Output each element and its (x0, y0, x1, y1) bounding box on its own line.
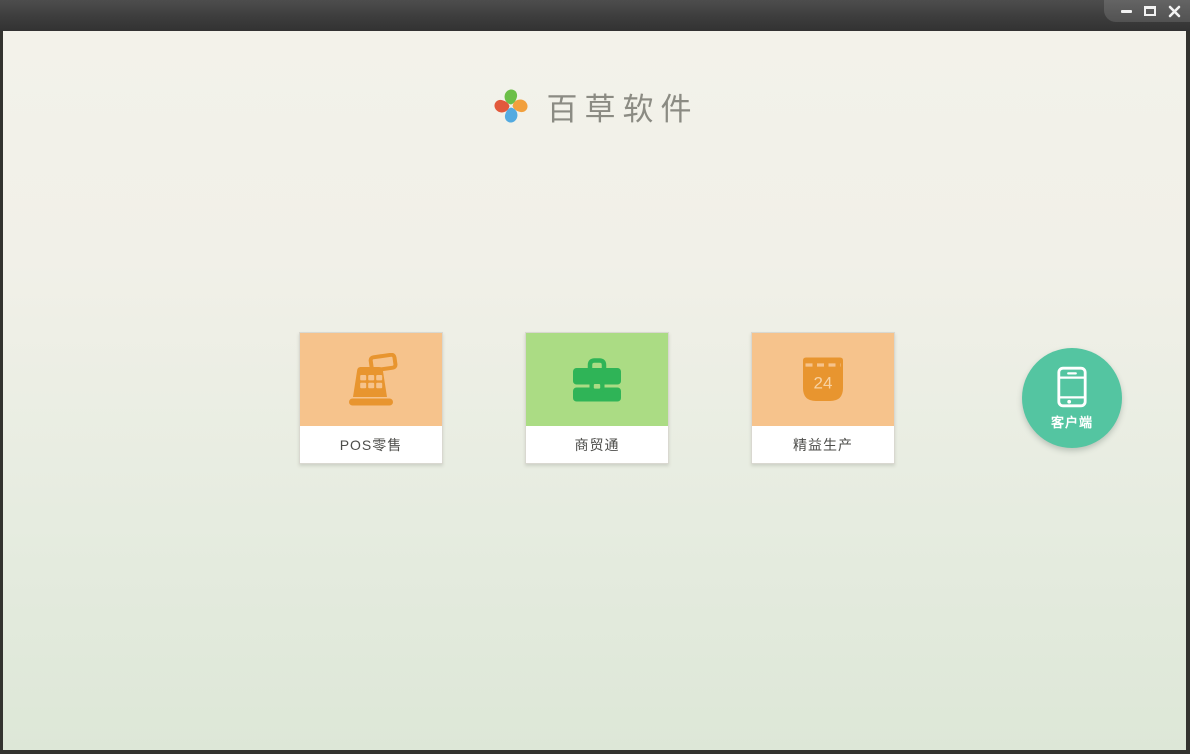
calendar-day-number: 24 (814, 374, 833, 393)
window-controls (1104, 0, 1190, 22)
product-tile-lean: 24 (752, 333, 894, 426)
client-button-label: 客户端 (1050, 415, 1093, 430)
product-card-lean[interactable]: 24 精益生产 (751, 332, 895, 464)
maximize-button[interactable] (1142, 4, 1158, 18)
product-tile-pos (300, 333, 442, 426)
pinwheel-logo-icon (493, 89, 528, 123)
brand-header: 百草软件 (3, 81, 1186, 131)
product-label: 商贸通 (574, 437, 620, 453)
minimize-icon (1120, 9, 1132, 13)
product-card-trade[interactable]: 商贸通 (525, 332, 669, 464)
maximize-icon (1144, 6, 1156, 16)
main-content: 百草软件 POS零售 商贸通 24 精益生产 客户端 (3, 31, 1186, 750)
product-tile-trade (526, 333, 668, 426)
product-card-pos[interactable]: POS零售 (299, 332, 443, 464)
calendar-icon: 24 (803, 357, 843, 401)
minimize-button[interactable] (1118, 4, 1134, 18)
close-icon (1168, 5, 1180, 17)
titlebar[interactable] (0, 0, 1190, 31)
product-label: 精益生产 (793, 437, 853, 453)
briefcase-icon (573, 357, 621, 401)
product-label: POS零售 (339, 437, 403, 453)
app-title: 百草软件 (546, 91, 699, 127)
close-button[interactable] (1166, 4, 1182, 18)
client-button[interactable]: 客户端 (1022, 348, 1122, 448)
cash-register-icon (349, 352, 398, 405)
smartphone-icon (1057, 366, 1087, 408)
